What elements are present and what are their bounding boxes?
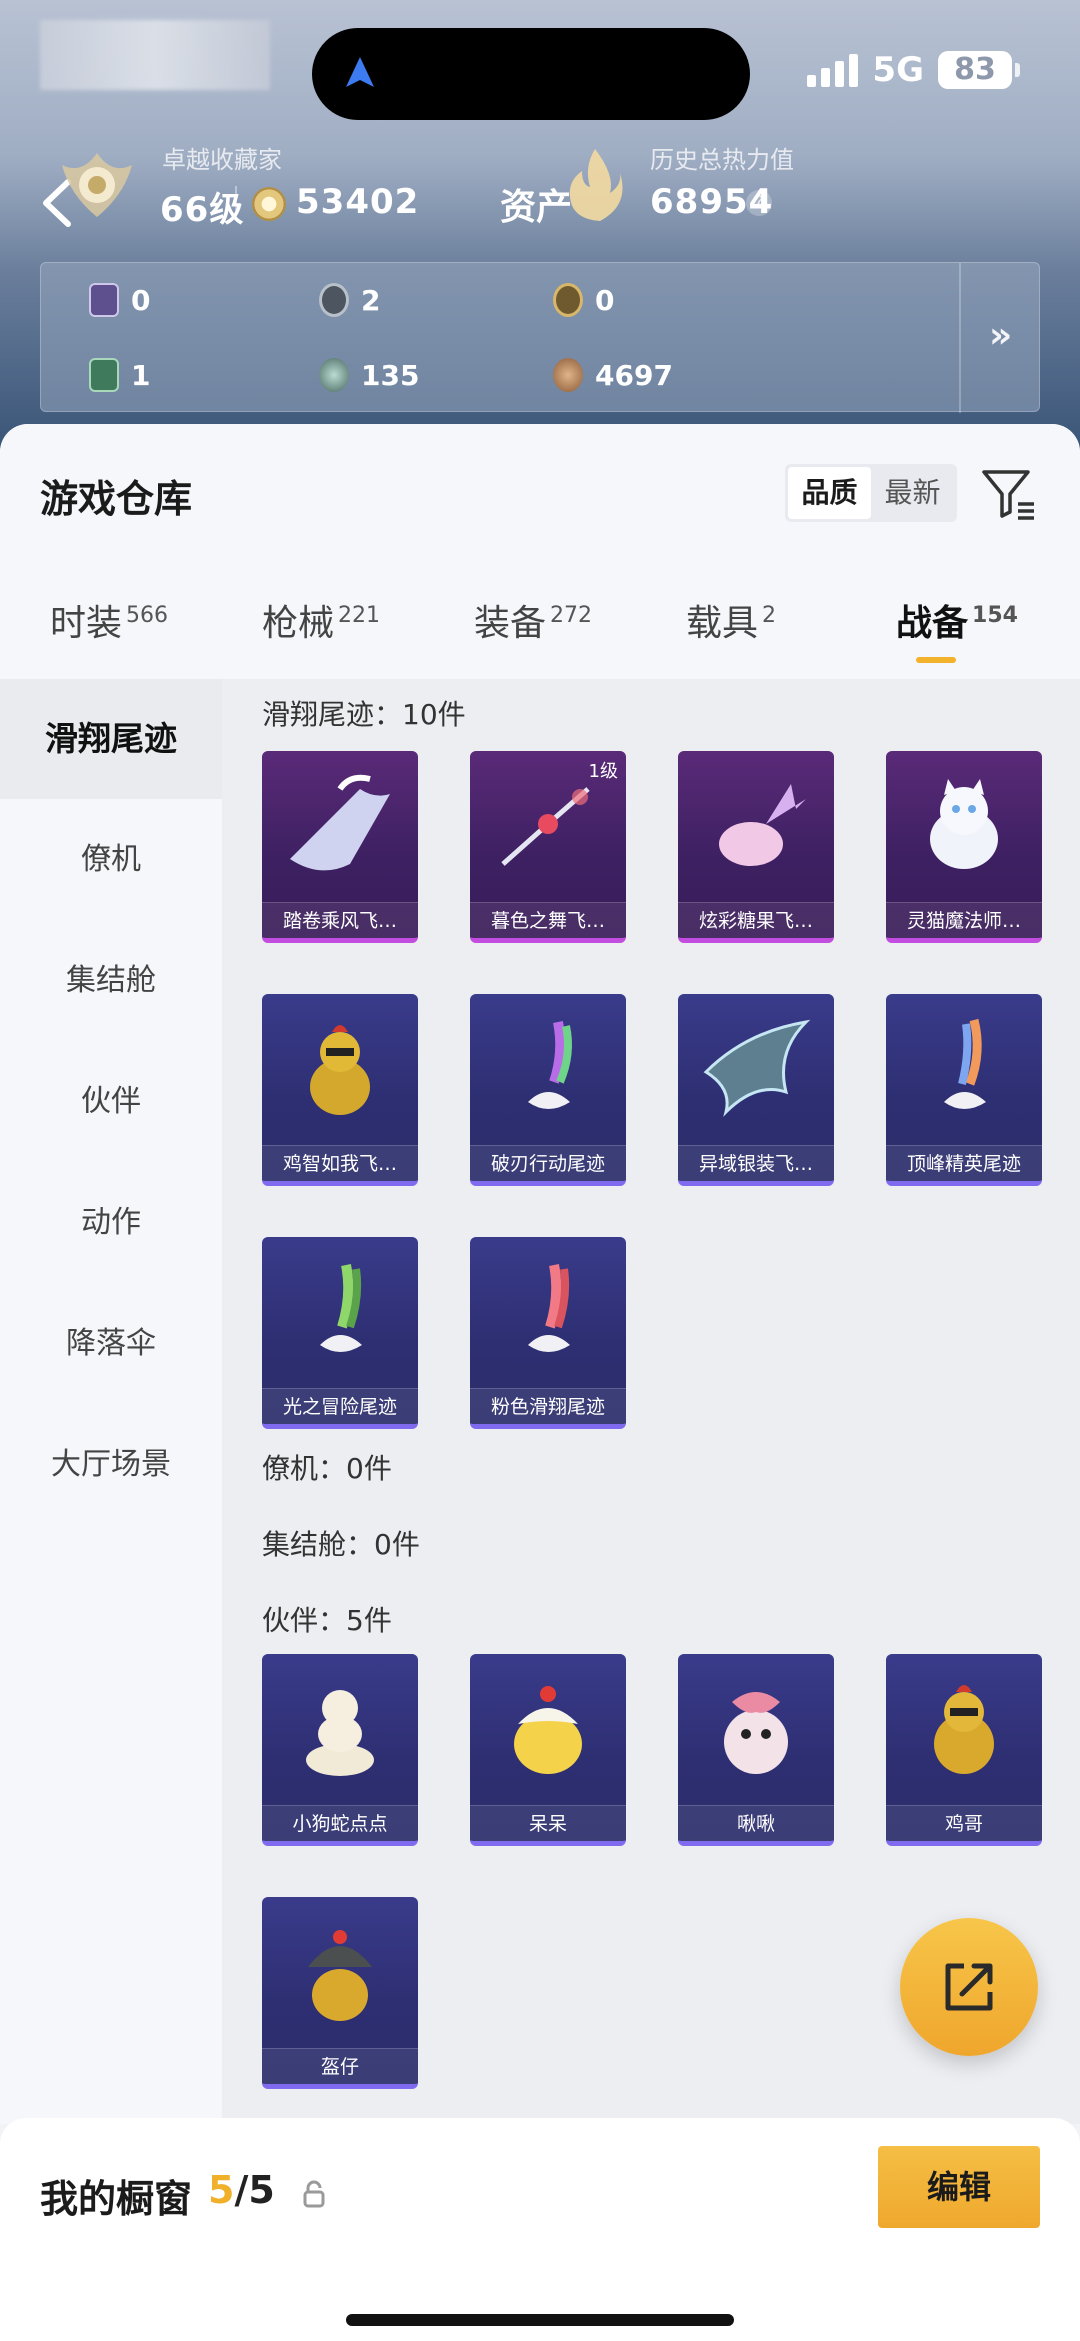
sidebar-item-glide-trail[interactable]: 滑翔尾迹 (0, 679, 222, 799)
coin-icon (252, 187, 286, 221)
currency-token-a: 0 (553, 283, 614, 317)
item-card[interactable]: 异域银装飞… (678, 994, 834, 1186)
magic-cat-icon (930, 779, 998, 869)
smoke-trail-icon (528, 1021, 572, 1109)
orb-icon (319, 358, 349, 392)
item-card[interactable]: 炫彩糖果飞… (678, 751, 834, 943)
flame-icon (569, 149, 623, 221)
share-button[interactable] (900, 1918, 1038, 2056)
partner-card[interactable]: 啾啾 (678, 1654, 834, 1846)
elite-trail-icon (944, 1018, 986, 1109)
coin-amount: 53402 (296, 182, 420, 222)
card-icon (89, 283, 119, 317)
currency-green-card: 1 (89, 358, 150, 392)
battery-level: 83 (938, 51, 1012, 89)
share-icon (945, 1963, 993, 2011)
signal-icon (807, 53, 859, 87)
item-card[interactable]: 灵猫魔法师… (886, 751, 1042, 943)
helmet-chick-icon (308, 1930, 372, 2021)
subcategory-sidebar: 滑翔尾迹 僚机 集结舱 伙伴 动作 降落伞 大厅场景 (0, 679, 222, 2124)
section-title-wingman: 僚机：0件 (262, 1452, 392, 1485)
network-type: 5G (872, 50, 924, 90)
partner-card[interactable]: 鸡哥 (886, 1654, 1042, 1846)
currency-panel[interactable]: 0 2 0 1 135 4697 » (40, 262, 1040, 413)
edit-button[interactable]: 编辑 (878, 2146, 1040, 2228)
currency-orb: 135 (319, 358, 419, 392)
dancing-blade-icon (501, 787, 590, 866)
lock-icon (303, 2180, 325, 2208)
item-card[interactable]: 粉色滑翔尾迹 (470, 1237, 626, 1429)
item-list: 滑翔尾迹：10件 踏卷乘风飞… 1级 暮色之舞飞… 炫彩糖果飞… 灵猫魔法师… … (222, 679, 1080, 2124)
currency-token-s: 2 (319, 283, 380, 317)
sort-newest-button[interactable]: 最新 (871, 467, 954, 519)
scroll-trail-icon (290, 774, 390, 871)
help-icon[interactable]: ? (746, 190, 772, 216)
section-title-glide-trail: 滑翔尾迹：10件 (262, 698, 466, 731)
warehouse-sheet: 游戏仓库 品质 最新 时装 566 枪械 221 装备 272 载具 2 战备 154 滑… (0, 424, 1080, 2341)
partner-card[interactable]: 呆呆 (470, 1654, 626, 1846)
home-indicator (346, 2314, 734, 2326)
location-arrow-icon (346, 57, 374, 87)
pink-smoke-trail-icon (528, 1264, 570, 1352)
tab-guns[interactable]: 枪械 221 (262, 594, 380, 646)
filter-icon[interactable] (980, 466, 1036, 522)
item-card[interactable]: 鸡智如我飞… (262, 994, 418, 1186)
sidebar-item-lobby-scene[interactable]: 大厅场景 (0, 1405, 222, 1525)
bronze-coin-icon (553, 358, 583, 392)
chick-icon (514, 1686, 582, 1774)
chicken-icon (934, 1685, 994, 1774)
rank-medal-icon (62, 153, 132, 217)
currency-bronze: 4697 (553, 358, 673, 392)
warehouse-title: 游戏仓库 (40, 477, 193, 521)
item-card[interactable]: 踏卷乘风飞… (262, 751, 418, 943)
sidebar-item-pod[interactable]: 集结舱 (0, 921, 222, 1041)
showcase-bar: 我的橱窗 5/5 编辑 (0, 2118, 1080, 2341)
sidebar-item-wingman[interactable]: 僚机 (0, 800, 222, 920)
section-title-pod: 集结舱：0件 (262, 1528, 420, 1561)
rank-title: 卓越收藏家 (162, 146, 282, 174)
token-s-icon (319, 283, 349, 317)
item-card[interactable]: 光之冒险尾迹 (262, 1237, 418, 1429)
divider (235, 186, 237, 220)
showcase-label: 我的橱窗 (40, 2177, 193, 2221)
item-card[interactable]: 破刃行动尾迹 (470, 994, 626, 1186)
battery-icon: 83 (938, 51, 1020, 89)
player-level: 66级 (160, 190, 245, 230)
pink-bird-icon (724, 1692, 788, 1774)
green-card-icon (89, 358, 119, 392)
section-title-partner: 伙伴：5件 (262, 1604, 392, 1637)
sort-toggle: 品质 最新 (785, 464, 957, 522)
partner-card[interactable]: 盔仔 (262, 1897, 418, 2089)
sidebar-item-partner[interactable]: 伙伴 (0, 1042, 222, 1162)
sort-quality-button[interactable]: 品质 (788, 467, 871, 519)
showcase-count: 5/5 (208, 2168, 275, 2212)
currency-card: 0 (89, 283, 150, 317)
token-a-icon (553, 283, 583, 317)
tab-tactical[interactable]: 战备 154 (896, 594, 1018, 646)
sidebar-item-emote[interactable]: 动作 (0, 1163, 222, 1283)
divider (959, 263, 961, 413)
item-card[interactable]: 1级 暮色之舞飞… (470, 751, 626, 943)
heat-label: 历史总热力值 (650, 146, 794, 174)
partner-card[interactable]: 小狗蛇点点 (262, 1654, 418, 1846)
expand-arrows-icon[interactable]: » (989, 315, 1012, 356)
tab-equipment[interactable]: 装备 272 (474, 594, 592, 646)
status-bar: 5G 83 (807, 50, 1020, 90)
silver-wing-icon (703, 1019, 811, 1117)
active-tab-indicator (916, 657, 956, 663)
candy-icon (719, 784, 806, 866)
green-smoke-trail-icon (320, 1264, 362, 1352)
item-card[interactable]: 顶峰精英尾迹 (886, 994, 1042, 1186)
blurred-time (40, 20, 270, 90)
tab-fashion[interactable]: 时装 566 (50, 594, 168, 646)
snake-dog-icon (306, 1690, 374, 1776)
chicken-trail-icon (310, 1025, 370, 1115)
sidebar-item-parachute[interactable]: 降落伞 (0, 1284, 222, 1404)
tab-vehicles[interactable]: 载具 2 (686, 594, 776, 646)
